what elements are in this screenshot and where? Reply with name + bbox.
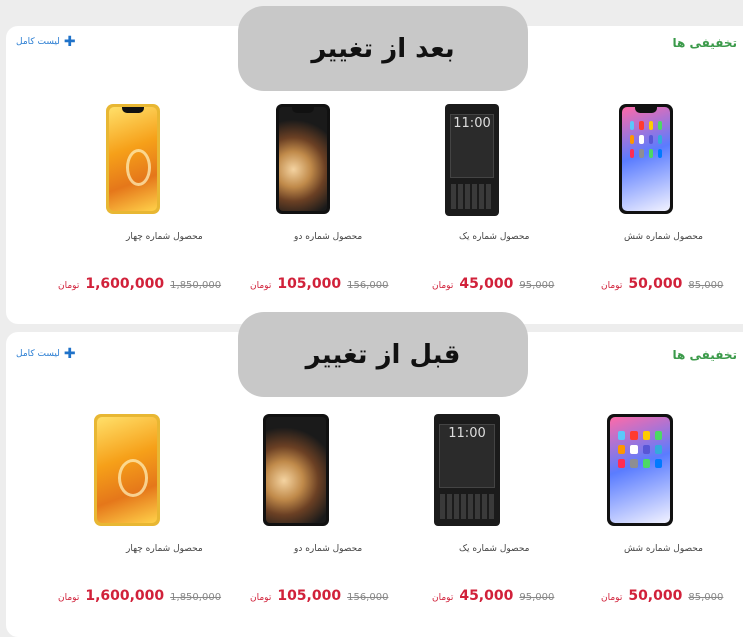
product-name[interactable]: محصول شماره چهار	[126, 232, 203, 242]
new-price: 50,000	[628, 588, 683, 604]
product-card[interactable]: 11:00	[387, 104, 557, 216]
old-price: 1,850,000	[170, 280, 222, 291]
new-price: 1,600,000	[85, 276, 165, 292]
plus-icon: ✚	[63, 346, 76, 362]
product-price: تومان 45,000 95,000	[432, 588, 554, 604]
currency-label: تومان	[250, 593, 272, 603]
new-price: 45,000	[459, 276, 514, 292]
product-name[interactable]: محصول شماره دو	[294, 544, 362, 554]
new-price: 45,000	[459, 588, 514, 604]
full-list-label: لیست کامل	[16, 37, 60, 47]
product-price: تومان 45,000 95,000	[432, 276, 554, 292]
product-image[interactable]	[607, 414, 673, 526]
product-card[interactable]	[211, 414, 381, 526]
before-change-badge: قبل از تغییر	[238, 312, 528, 397]
product-image[interactable]: 11:00	[445, 104, 499, 216]
full-list-link[interactable]: ✚ لیست کامل	[16, 346, 76, 362]
product-price: تومان 1,600,000 1,850,000	[58, 588, 221, 604]
product-price: تومان 105,000 156,000	[250, 276, 388, 292]
product-price: تومان 50,000 85,000	[601, 276, 723, 292]
product-image[interactable]	[94, 414, 160, 526]
product-name[interactable]: محصول شماره شش	[624, 544, 703, 554]
currency-label: تومان	[601, 593, 623, 603]
full-list-label: لیست کامل	[16, 349, 60, 359]
plus-icon: ✚	[63, 34, 76, 50]
product-image[interactable]	[619, 104, 673, 214]
currency-label: تومان	[58, 593, 80, 603]
old-price: 85,000	[688, 280, 724, 291]
product-image[interactable]: 11:00	[434, 414, 500, 526]
currency-label: تومان	[432, 593, 454, 603]
product-card[interactable]	[555, 414, 725, 526]
old-price: 85,000	[688, 592, 724, 603]
currency-label: تومان	[250, 281, 272, 291]
product-card[interactable]: 11:00	[382, 414, 552, 526]
product-price: تومان 50,000 85,000	[601, 588, 723, 604]
product-card[interactable]	[218, 104, 388, 214]
product-name[interactable]: محصول شماره چهار	[126, 544, 203, 554]
new-price: 105,000	[277, 588, 342, 604]
product-name[interactable]: محصول شماره یک	[459, 544, 529, 554]
after-change-badge: بعد از تغییر	[238, 6, 528, 91]
product-name[interactable]: محصول شماره دو	[294, 232, 362, 242]
currency-label: تومان	[432, 281, 454, 291]
new-price: 50,000	[628, 276, 683, 292]
product-image[interactable]	[276, 104, 330, 214]
product-image[interactable]	[106, 104, 160, 214]
old-price: 156,000	[347, 592, 389, 603]
product-name[interactable]: محصول شماره شش	[624, 232, 703, 242]
product-image[interactable]	[263, 414, 329, 526]
old-price: 95,000	[519, 280, 555, 291]
section-title: تخفیفی ها	[672, 348, 737, 362]
product-price: تومان 1,600,000 1,850,000	[58, 276, 221, 292]
product-card[interactable]	[48, 104, 218, 214]
product-card[interactable]	[561, 104, 731, 214]
new-price: 1,600,000	[85, 588, 165, 604]
currency-label: تومان	[601, 281, 623, 291]
product-price: تومان 105,000 156,000	[250, 588, 388, 604]
section-title: تخفیفی ها	[672, 36, 737, 50]
old-price: 95,000	[519, 592, 555, 603]
new-price: 105,000	[277, 276, 342, 292]
old-price: 156,000	[347, 280, 389, 291]
product-card[interactable]	[42, 414, 212, 526]
full-list-link[interactable]: ✚ لیست کامل	[16, 34, 76, 50]
old-price: 1,850,000	[170, 592, 222, 603]
currency-label: تومان	[58, 281, 80, 291]
product-name[interactable]: محصول شماره یک	[459, 232, 529, 242]
